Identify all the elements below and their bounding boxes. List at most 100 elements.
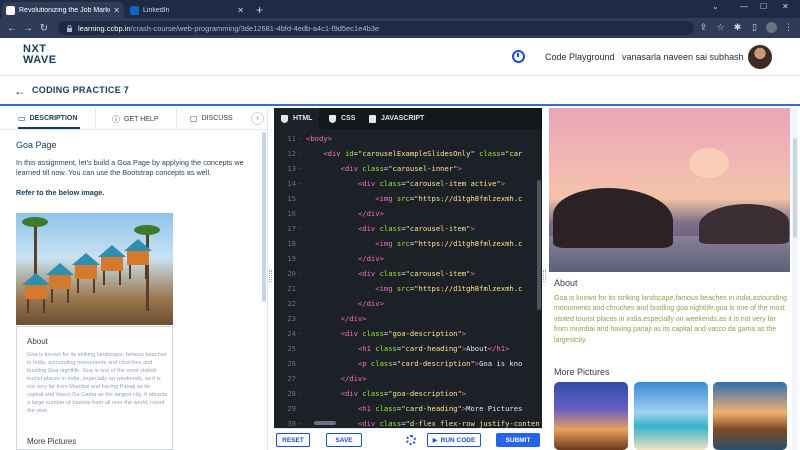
left-splitter-handle[interactable] <box>269 270 272 282</box>
tab-search-icon[interactable]: ⌄ <box>712 2 719 11</box>
back-nav-icon[interactable]: ← <box>4 23 20 34</box>
avatar[interactable] <box>748 45 772 69</box>
reference-preview-card: About Goa is known for its striking land… <box>16 326 173 450</box>
gear-icon[interactable] <box>406 435 416 445</box>
code-line[interactable]: 29 <h1 class="card-heading">More Picture… <box>274 401 542 416</box>
right-splitter-handle[interactable] <box>543 270 546 282</box>
code-line[interactable]: 21 <img src="https://d1tgh8fmlzexmh.c <box>274 281 542 296</box>
more-picture-thumbnail <box>713 382 787 450</box>
share-icon[interactable]: ⇪ <box>698 22 709 33</box>
tab-javascript-label: JAVASCRIPT <box>381 115 425 122</box>
line-number: 21 <box>287 284 296 293</box>
reset-button[interactable]: RESET <box>276 433 310 447</box>
code-text: </div> <box>357 299 384 308</box>
code-line[interactable]: 19 </div> <box>274 251 542 266</box>
browser-tab-linkedin[interactable]: LinkedIn ✕ <box>126 2 248 18</box>
menu-kebab-icon[interactable]: ⋮ <box>783 22 794 33</box>
code-line[interactable]: 14- <div class="carousel-item active"> <box>274 176 542 191</box>
refer-note: Refer to the below image. <box>16 188 105 197</box>
nxtwave-logo[interactable]: NXT WAVE <box>23 44 57 66</box>
code-text: <div class="carousel-item"> <box>357 269 475 278</box>
address-bar[interactable]: learning.ccbp.in/crash-course/web-progra… <box>58 21 694 35</box>
output-scrollbar[interactable] <box>792 108 798 450</box>
tab-html-label: HTML <box>293 115 313 122</box>
code-playground-link[interactable]: Code Playground <box>545 52 615 62</box>
code-line[interactable]: 22 </div> <box>274 296 542 311</box>
reference-huts-image <box>16 213 173 325</box>
line-number: 23 <box>287 314 296 323</box>
code-line[interactable]: 12- <div id="carouselExampleSlidesOnly" … <box>274 146 542 161</box>
code-lines[interactable]: 11- <body> 12- <div id="carouselExampleSli… <box>274 130 542 428</box>
tab-get-help-label: GET HELP <box>124 116 159 123</box>
timer-icon[interactable] <box>512 50 525 63</box>
forward-nav-icon[interactable]: → <box>20 23 36 34</box>
html5-icon <box>281 114 288 123</box>
code-line[interactable]: 24- <div class="goa-description"> <box>274 326 542 341</box>
run-code-button[interactable]: ▶ RUN CODE <box>427 433 481 447</box>
tab-discuss[interactable]: ▢ DISCUSS <box>190 114 233 123</box>
back-arrow-icon[interactable]: ← <box>14 84 26 98</box>
bookmark-star-icon[interactable]: ☆ <box>715 22 726 33</box>
code-text: <div class="d-flex flex-row justify-cont… <box>357 419 540 428</box>
code-line[interactable]: 27 </div> <box>274 371 542 386</box>
fold-marker-icon[interactable]: - <box>296 390 306 397</box>
line-number: 26 <box>287 359 296 368</box>
tab-html[interactable]: HTML <box>274 108 320 129</box>
code-line[interactable]: 15 <img src="https://d1tgh8fmlzexmh.c <box>274 191 542 206</box>
output-more-heading: More Pictures <box>554 367 610 377</box>
tab-get-help[interactable]: ⓘ GET HELP <box>112 114 159 125</box>
fold-marker-icon[interactable]: - <box>296 225 306 232</box>
book-icon: ▭ <box>18 114 26 123</box>
code-line[interactable]: 17- <div class="carousel-item"> <box>274 221 542 236</box>
submit-button[interactable]: SUBMIT <box>496 433 540 447</box>
fold-marker-icon[interactable]: - <box>296 270 306 277</box>
line-number: 20 <box>287 269 296 278</box>
url-path: /crash-course/web-programming/3de12681-4… <box>130 23 380 33</box>
sidepanel-icon[interactable]: ▯ <box>749 22 760 33</box>
collapse-panel-button[interactable]: ‹ <box>251 112 264 125</box>
fold-marker-icon[interactable]: - <box>296 165 306 172</box>
code-line[interactable]: 28- <div class="goa-description"> <box>274 386 542 401</box>
code-line[interactable]: 26 <p class="card-description">Goa is kn… <box>274 356 542 371</box>
editor-footer: RESET SAVE ▶ RUN CODE SUBMIT <box>274 428 542 450</box>
browser-tab-active[interactable]: Revolutionizing the Job Market | ✕ <box>2 2 124 18</box>
tab-javascript[interactable]: JAVASCRIPT <box>362 108 431 129</box>
editor-horizontal-scrollbar[interactable] <box>314 421 336 425</box>
tab-divider <box>95 108 96 130</box>
fold-marker-icon[interactable]: - <box>296 420 306 427</box>
code-text: <h1 class="card-heading">More Pictures <box>357 404 523 413</box>
code-line[interactable]: 13- <div class="carousel-inner"> <box>274 161 542 176</box>
save-button[interactable]: SAVE <box>326 433 362 447</box>
practice-title-bar: ← CODING PRACTICE 7 <box>0 76 800 106</box>
page-title: CODING PRACTICE 7 <box>32 85 130 95</box>
minimize-icon[interactable]: — <box>740 2 748 11</box>
editor-vertical-scrollbar[interactable] <box>537 180 541 310</box>
fold-marker-icon[interactable]: - <box>296 330 306 337</box>
code-line[interactable]: 25 <h1 class="card-heading">About</h1> <box>274 341 542 356</box>
tab-css[interactable]: CSS <box>322 108 362 129</box>
preview-more-heading: More Pictures <box>27 437 77 446</box>
close-window-icon[interactable]: ✕ <box>782 2 789 11</box>
close-tab-icon[interactable]: ✕ <box>237 6 244 15</box>
maximize-icon[interactable]: ☐ <box>760 2 767 11</box>
run-code-label: RUN CODE <box>440 436 476 444</box>
new-tab-icon[interactable]: + <box>256 2 263 18</box>
code-line[interactable]: 11- <body> <box>274 131 542 146</box>
tab-css-label: CSS <box>341 115 356 122</box>
output-preview-panel: About Goa is known for its striking land… <box>548 108 800 450</box>
tab-description[interactable]: ▭ DESCRIPTION <box>18 114 80 129</box>
code-line[interactable]: 20- <div class="carousel-item"> <box>274 266 542 281</box>
profile-avatar-icon[interactable] <box>766 22 777 33</box>
fold-marker-icon[interactable]: - <box>296 180 306 187</box>
code-line[interactable]: 18 <img src="https://d1tgh8fmlzexmh.c <box>274 236 542 251</box>
code-line[interactable]: 23 </div> <box>274 311 542 326</box>
fold-marker-icon[interactable]: - <box>296 150 306 157</box>
reload-icon[interactable]: ↻ <box>36 23 52 34</box>
close-tab-icon[interactable]: ✕ <box>113 6 120 15</box>
left-panel-scrollbar[interactable] <box>262 132 266 302</box>
fold-marker-icon[interactable]: - <box>296 135 306 142</box>
assignment-heading: Goa Page <box>16 140 57 150</box>
extensions-icon[interactable]: ✱ <box>732 22 743 33</box>
user-name[interactable]: vanasarla naveen sai subhash <box>622 52 744 62</box>
code-line[interactable]: 16 </div> <box>274 206 542 221</box>
